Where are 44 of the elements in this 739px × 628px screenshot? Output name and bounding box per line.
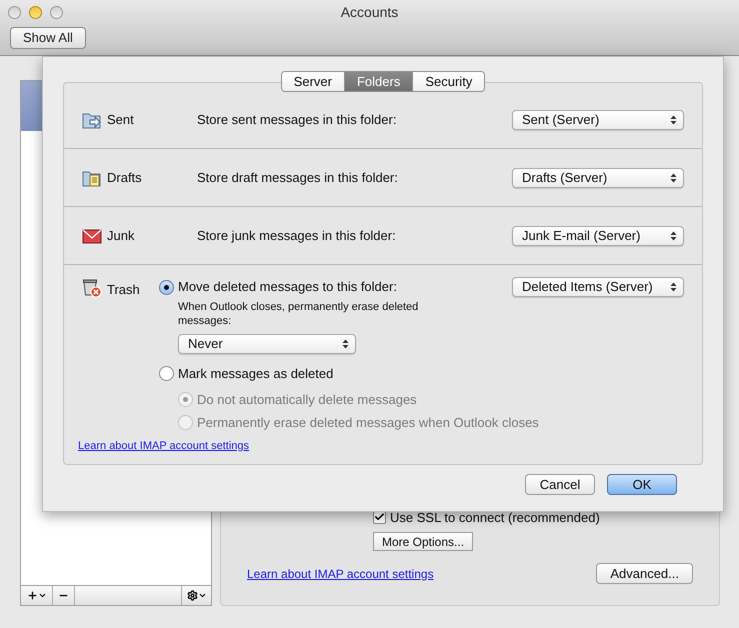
popup-menu[interactable]: Junk E-mail (Server)	[512, 226, 684, 246]
caret-icon	[198, 591, 206, 600]
advanced-button[interactable]: Advanced...	[596, 563, 693, 584]
gear-icon	[186, 590, 198, 601]
close-window-icon[interactable]	[8, 6, 21, 18]
folder-arrow-icon	[82, 110, 102, 128]
zoom-window-icon[interactable]	[50, 6, 63, 18]
updown-arrows-icon	[342, 339, 349, 349]
cancel-button[interactable]: Cancel	[525, 474, 595, 495]
popup-menu[interactable]: Deleted Items (Server)	[512, 277, 684, 297]
updown-arrows-icon	[670, 114, 677, 124]
folder-label: Sent	[107, 110, 135, 129]
popup-menu[interactable]: Sent (Server)	[512, 110, 684, 130]
tab[interactable]: Folders	[344, 72, 412, 91]
tab[interactable]: Security	[412, 72, 484, 91]
folder-description: Store junk messages in this folder:	[197, 226, 397, 245]
updown-arrows-icon	[670, 282, 677, 292]
trash-can-icon	[82, 278, 102, 298]
updown-arrows-icon	[670, 230, 677, 240]
learn-imap-link[interactable]: Learn about IMAP account settings	[247, 564, 434, 582]
ok-button[interactable]: OK	[607, 474, 677, 495]
more-options-button[interactable]: More Options...	[373, 532, 474, 551]
popup-menu[interactable]: Drafts (Server)	[512, 168, 684, 188]
tab[interactable]: Server	[282, 72, 344, 91]
radio-label[interactable]: Mark messages as deleted	[178, 364, 334, 384]
caret-icon	[38, 591, 46, 600]
minimize-window-icon[interactable]	[29, 6, 42, 18]
radio-button[interactable]	[159, 366, 174, 382]
folder-document-icon	[82, 168, 102, 186]
erase-note: When Outlook closes, permanently erase deleted messages:	[178, 300, 420, 328]
learn-imap-link[interactable]: Learn about IMAP account settings	[78, 440, 250, 452]
show-all-button[interactable]: Show All	[10, 27, 86, 49]
plus-icon	[26, 590, 38, 601]
envelope-icon	[82, 228, 102, 244]
updown-arrows-icon	[670, 172, 677, 182]
window-title: Accounts	[340, 2, 398, 22]
radio-label[interactable]: Move deleted messages to this folder:	[178, 277, 397, 297]
folder-label: Trash	[107, 281, 141, 299]
popup-menu[interactable]: Never	[178, 334, 356, 354]
radio-button[interactable]	[159, 280, 174, 294]
folder-label: Junk	[107, 226, 136, 245]
folder-label: Drafts	[107, 168, 143, 187]
folder-description: Store draft messages in this folder:	[197, 168, 399, 187]
folder-description: Store sent messages in this folder:	[197, 110, 398, 129]
